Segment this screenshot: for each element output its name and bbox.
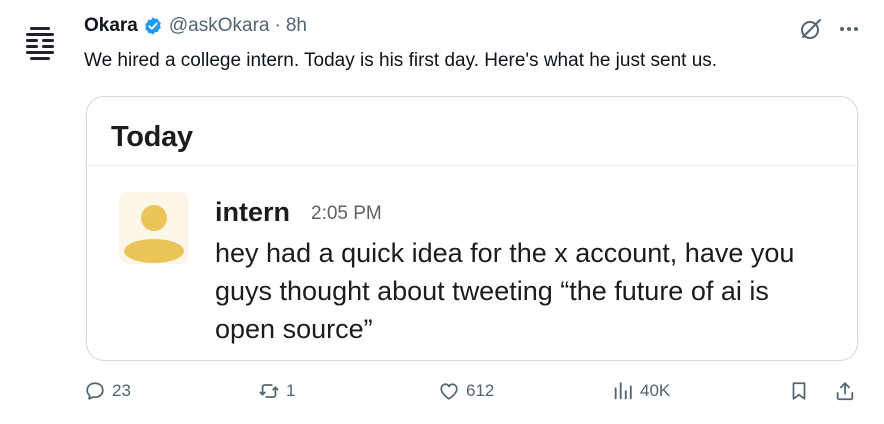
share-button[interactable] (834, 380, 856, 402)
repost-count: 1 (286, 381, 296, 400)
avatar (119, 192, 189, 264)
share-icon (836, 382, 854, 401)
channel-day-header: Today (111, 121, 193, 153)
reply-button[interactable]: 23 (84, 380, 131, 402)
verified-badge-icon[interactable] (143, 16, 163, 36)
separator-dot: · (274, 15, 281, 36)
user-avatar-icon (124, 205, 184, 263)
tweet-top-actions (798, 16, 860, 42)
tweet-action-bar: 23 1 612 40K (0, 380, 884, 414)
reply-count: 23 (112, 381, 131, 400)
views-button[interactable]: 40K (612, 380, 670, 402)
message-author: intern (215, 197, 291, 227)
like-button[interactable]: 612 (438, 380, 494, 402)
repost-icon (259, 384, 279, 398)
reply-icon (86, 382, 104, 400)
more-icon[interactable] (838, 18, 860, 40)
like-icon (440, 383, 458, 400)
attached-image[interactable]: Today intern 2:05 PM hey had a quick ide… (86, 96, 858, 361)
author-name[interactable]: Okara (84, 15, 138, 37)
bookmark-icon (792, 382, 806, 400)
divider (87, 165, 857, 166)
repost-button[interactable]: 1 (258, 380, 295, 402)
grok-icon[interactable] (798, 16, 824, 42)
tweet-text: We hired a college intern. Today is his … (84, 50, 718, 71)
author-handle[interactable]: @askOkara (169, 15, 270, 37)
message-time: 2:05 PM (311, 203, 382, 224)
tweet-timestamp[interactable]: 8h (286, 15, 307, 37)
message-text: hey had a quick idea for the x account, … (215, 238, 795, 344)
tweet-header: Okara @askOkara · 8h (84, 13, 307, 39)
bookmark-button[interactable] (788, 380, 810, 402)
like-count: 612 (466, 381, 495, 400)
view-count: 40K (640, 381, 671, 400)
okara-logo-icon[interactable] (20, 24, 60, 64)
views-icon (614, 382, 632, 400)
